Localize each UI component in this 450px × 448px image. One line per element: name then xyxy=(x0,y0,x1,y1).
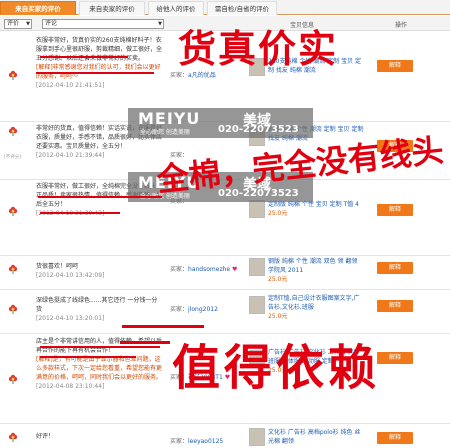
item-thumbnail[interactable] xyxy=(249,258,265,276)
item-price: 25.0元 xyxy=(268,276,288,283)
watermark-phone: 020-22073523 xyxy=(218,124,299,135)
buyer-info: 买家：handsomezhe ♥ xyxy=(170,266,238,273)
review-date: [2012-04-10 21:41:51] xyxy=(36,82,105,89)
column-action: 操作 xyxy=(395,22,408,29)
review-text: 深绿色挺成了线绿色......其它还行 一分钱一分货 xyxy=(36,297,158,313)
item-info[interactable]: 定制T恤,自己设计衣服图案文字,广告衫,文化衫,班服 25.0元 xyxy=(268,294,364,321)
review-content: 衣服非常好，货真价实的260支纯棉好料子！衣服拿到手心里很舒服，剪裁精细，做工很… xyxy=(36,36,163,90)
review-date: [2012-04-10 13:20:01] xyxy=(36,315,105,322)
review-text: 货很喜欢！呵呵 xyxy=(36,263,79,270)
chevron-down-icon: ▼ xyxy=(26,21,30,27)
explain-button[interactable]: 解释 xyxy=(377,204,413,216)
annotation-underline xyxy=(122,325,204,328)
buyer-name[interactable]: jlong2012 xyxy=(188,306,218,313)
flower-icon xyxy=(8,206,18,216)
explain-button[interactable]: 解释 xyxy=(377,352,413,364)
flower-icon xyxy=(8,304,18,314)
item-info[interactable]: 定制版 纯棉 个性 宝贝 定制 T恤 4 25.0元 xyxy=(268,200,364,218)
annotation-underline xyxy=(40,56,128,58)
watermark-brand: MEIYU xyxy=(138,109,201,128)
item-info[interactable]: 钢版 纯棉 个性 潮流 双色 领 翻领 学院风 2011 25.0元 xyxy=(268,257,364,284)
chevron-down-icon: ▼ xyxy=(158,21,162,27)
no-score-label: [不评分] xyxy=(4,155,22,160)
explain-button[interactable]: 解释 xyxy=(377,300,413,312)
item-title[interactable]: 定制T恤,自己设计衣服图案文字,广告衫,文化衫,班服 xyxy=(268,295,359,311)
annotation-trustworthy: 值得依赖 xyxy=(172,340,381,396)
annotation-underline xyxy=(36,72,154,74)
flower-icon xyxy=(8,126,18,136)
flower-icon xyxy=(8,432,18,442)
annotation-genuine: 货真价实 xyxy=(178,26,339,71)
heart-icon: ♥ xyxy=(232,266,238,273)
comment-filter-value: 评论 xyxy=(45,20,58,27)
annotation-underline xyxy=(40,356,136,358)
flower-icon xyxy=(8,374,18,384)
annotation-underline xyxy=(38,196,162,198)
item-thumbnail[interactable] xyxy=(249,200,265,218)
tab-given-reviews[interactable]: 给他人的评价 xyxy=(148,1,204,15)
explain-button[interactable]: 解释 xyxy=(377,432,413,444)
item-thumbnail[interactable] xyxy=(249,296,265,314)
rating-filter-select[interactable]: 评价 ▼ xyxy=(4,19,32,29)
item-title[interactable]: 定制版 纯棉 个性 宝贝 定制 T恤 4 xyxy=(268,201,359,208)
watermark: MEIYU 美域 全心助您 创造美丽 020-22073523 xyxy=(128,108,313,138)
annotation-underline xyxy=(40,346,160,348)
flower-icon xyxy=(8,70,18,80)
review-content: 深绿色挺成了线绿色......其它还行 一分钱一分货 [2012-04-10 1… xyxy=(36,296,163,323)
review-content: 好评！ xyxy=(36,432,163,441)
watermark-slogan: 全心助您 创造美丽 xyxy=(140,129,190,136)
comment-filter-select[interactable]: 评论 ▼ xyxy=(42,19,164,29)
annotation-underline xyxy=(120,341,170,344)
tab-buyer-reviews[interactable]: 来自买家的评价 xyxy=(0,1,76,15)
rating-filter-value: 评价 xyxy=(7,20,20,27)
review-reply: [解释]是，有可能是由于显示器和色差问题，这么多款样式，下次一定给您看重，希望您… xyxy=(36,356,163,381)
review-content: 货很喜欢！呵呵 [2012-04-10 13:42:09] xyxy=(36,262,163,280)
item-price: 25.0元 xyxy=(268,210,288,217)
buyer-name[interactable]: handsomezhe xyxy=(188,266,230,273)
annotation-underline xyxy=(40,212,120,214)
item-title[interactable]: 钢版 纯棉 个性 潮流 双色 领 翻领 学院风 2011 xyxy=(268,258,357,274)
review-date: [2012-04-08 23:10:44] xyxy=(36,383,105,390)
buyer-info: 买家：leeyao0125 xyxy=(170,438,224,445)
explain-button[interactable]: 解释 xyxy=(377,60,413,72)
review-text: 好评！ xyxy=(36,433,55,440)
buyer-name[interactable]: a凡的优品 xyxy=(188,72,216,79)
flower-icon xyxy=(8,264,18,274)
item-info[interactable]: 文化衫 广告衫 高档polo衫 纯色 丝光棉 翻领 xyxy=(268,428,364,446)
explain-button[interactable]: 解释 xyxy=(377,262,413,274)
item-thumbnail[interactable] xyxy=(249,428,265,446)
item-price: 25.0元 xyxy=(268,313,288,320)
buyer-info: 买家：jlong2012 xyxy=(170,306,218,313)
tab-seller-reviews[interactable]: 来自卖家的评价 xyxy=(79,1,145,15)
review-text: 衣服非常好，货真价实的260支纯棉好料子！衣服拿到手心里很舒服，剪裁精细，做工很… xyxy=(36,37,163,62)
review-date: [2012-04-10 21:39:44] xyxy=(36,152,105,159)
tab-self-check-reviews[interactable]: 需自检/自省的评价 xyxy=(207,1,277,15)
review-date: [2012-04-10 13:42:09] xyxy=(36,272,105,279)
item-title[interactable]: 文化衫 广告衫 高档polo衫 纯色 丝光棉 翻领 xyxy=(268,429,360,445)
buyer-name[interactable]: leeyao0125 xyxy=(188,438,223,445)
